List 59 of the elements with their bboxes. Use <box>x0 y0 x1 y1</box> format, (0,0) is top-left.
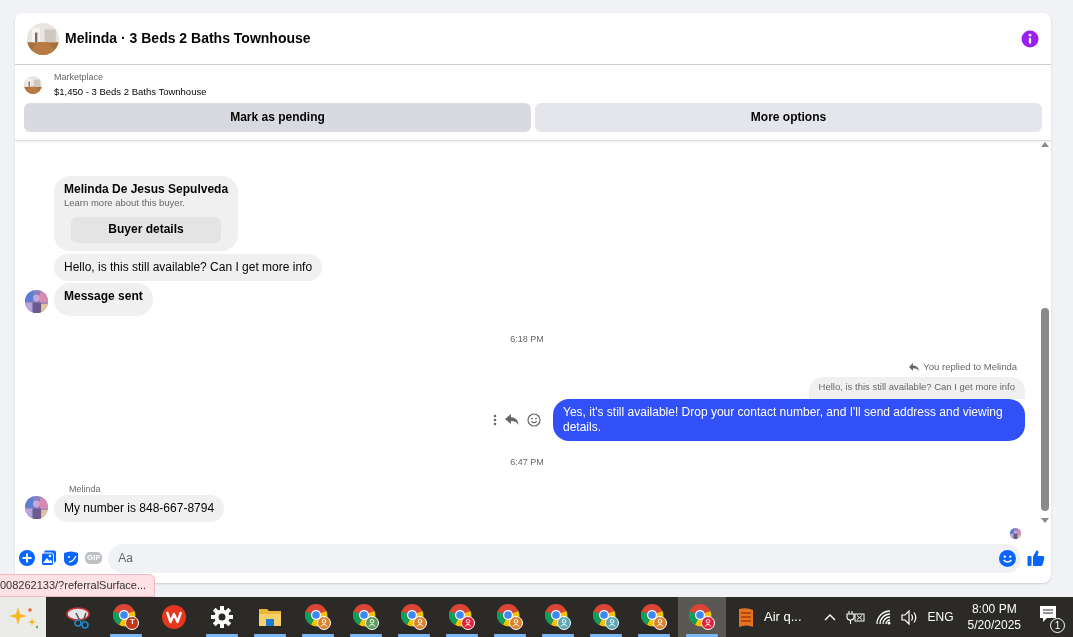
reply-label: You replied to Melinda <box>923 360 1017 373</box>
message-field[interactable]: Aa <box>108 543 1021 573</box>
buyer-details-button[interactable]: Buyer details <box>71 216 222 243</box>
weather-widget[interactable]: Air q... <box>726 606 814 628</box>
badge-letter: T <box>130 616 135 628</box>
reply-icon <box>909 361 920 372</box>
taskbar-button[interactable]: T <box>102 597 150 637</box>
battery-icon[interactable] <box>845 609 865 625</box>
buyer-name: Melinda De Jesus Sepulveda <box>64 181 229 197</box>
emoji-icon[interactable] <box>999 549 1016 567</box>
listing-button[interactable]: More options <box>535 102 1042 132</box>
chrome-icon[interactable] <box>352 603 380 631</box>
chrome-icon[interactable] <box>592 603 620 631</box>
buyer-subtitle: Learn more about this buyer. <box>64 196 186 209</box>
air-quality-icon <box>736 606 756 628</box>
chrome-icon[interactable] <box>496 603 524 631</box>
message-bubble: Yes, it's still available! Drop your contact number, and I'll send address and viewing details. <box>553 398 1025 441</box>
listing-summary: $1,450 - 3 Beds 2 Baths Townhouse <box>54 84 207 99</box>
notification-icon <box>1039 605 1057 623</box>
weather-label: Air q... <box>764 608 802 627</box>
scroll-up-icon[interactable] <box>1041 140 1049 148</box>
clock-date: 5/20/2025 <box>967 617 1021 634</box>
chrome-icon[interactable] <box>544 603 572 631</box>
timestamp: 6:18 PM <box>510 333 544 344</box>
chrome-icon[interactable] <box>400 603 428 631</box>
scissors-icon[interactable] <box>66 605 90 629</box>
wifi-icon[interactable] <box>874 609 891 625</box>
message-bubble: My number is 848-667-8794 <box>54 495 225 522</box>
emoji-icon[interactable] <box>527 412 541 427</box>
sticker-icon[interactable] <box>63 550 79 566</box>
like-icon[interactable] <box>1027 549 1045 567</box>
chrome-icon[interactable] <box>304 603 332 631</box>
listing-button[interactable]: Mark as pending <box>24 102 531 132</box>
listing-source: Marketplace <box>54 71 105 84</box>
settings-icon[interactable] <box>211 606 233 628</box>
chrome-icon[interactable] <box>688 603 716 631</box>
chrome-icon[interactable] <box>640 603 668 631</box>
message-bubble: Hello, is this still available? Can I get more info <box>54 253 323 281</box>
notification-count: 1 <box>1050 618 1065 633</box>
message-bubble: Message sent <box>54 282 153 316</box>
add-icon[interactable] <box>19 550 35 566</box>
reply-icon[interactable] <box>505 413 519 426</box>
photo-icon[interactable] <box>41 550 57 566</box>
wps-icon[interactable] <box>162 605 186 629</box>
volume-icon[interactable] <box>900 608 918 626</box>
more-icon[interactable] <box>493 413 497 426</box>
scroll-down-icon[interactable] <box>1041 516 1049 524</box>
timestamp: 6:47 PM <box>510 456 544 467</box>
chevron-up-icon[interactable] <box>823 612 836 622</box>
info-icon[interactable] <box>1021 29 1039 48</box>
conversation-title: Melinda · 3 Beds 2 Baths Townhouse <box>65 29 312 48</box>
language-indicator[interactable]: ENG <box>927 608 954 626</box>
quoted-message: Hello, is this still available? Can I get more info <box>808 376 1025 399</box>
status-url: 008262133/?referralSurface... <box>0 573 156 597</box>
sender-name: Melinda <box>69 483 102 495</box>
chrome-icon[interactable] <box>112 603 140 631</box>
scrollbar-thumb[interactable] <box>1041 307 1049 511</box>
clock-time: 8:00 PM <box>970 600 1018 617</box>
chrome-icon[interactable] <box>448 603 476 631</box>
